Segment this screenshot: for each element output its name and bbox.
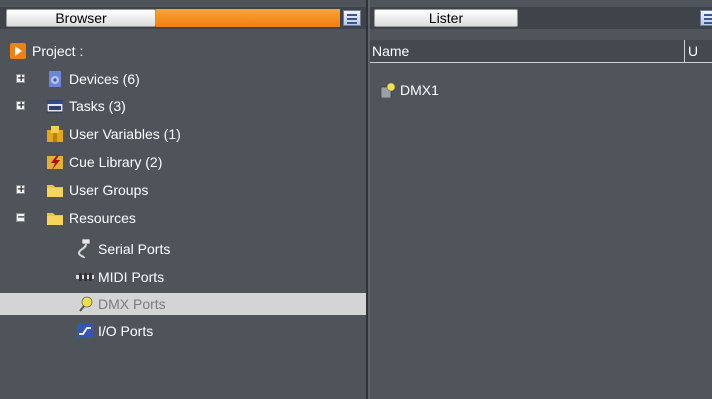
column-divider[interactable] bbox=[684, 40, 685, 62]
tasks-window-icon bbox=[47, 100, 63, 113]
tree-item-label: I/O Ports bbox=[98, 323, 154, 339]
lister-tab[interactable]: Lister bbox=[374, 9, 518, 27]
collapse-icon[interactable]: − bbox=[16, 213, 25, 223]
browser-panel: Browser Project : + Devices (6) + Tasks … bbox=[0, 0, 368, 399]
expand-icon[interactable]: + bbox=[16, 185, 25, 195]
dmx-port-icon bbox=[79, 296, 93, 312]
list-item-name: DMX1 bbox=[400, 82, 439, 98]
lister-header: Lister bbox=[370, 7, 712, 29]
folder-icon bbox=[47, 213, 63, 225]
lister-list-menu-icon[interactable] bbox=[700, 10, 712, 26]
tree-item-label: Cue Library (2) bbox=[69, 154, 163, 170]
midi-port-icon bbox=[76, 273, 94, 281]
folder-icon bbox=[47, 185, 63, 197]
expand-icon[interactable]: + bbox=[16, 101, 25, 111]
column-header-u[interactable]: U bbox=[688, 43, 698, 59]
tree-item-label: MIDI Ports bbox=[98, 269, 165, 285]
serial-port-icon bbox=[77, 239, 91, 259]
cue-library-icon bbox=[47, 155, 63, 170]
tree-item-label: Resources bbox=[69, 210, 136, 226]
dmx-device-icon bbox=[380, 82, 396, 98]
browser-list-menu-icon[interactable] bbox=[343, 10, 361, 26]
user-variables-icon bbox=[47, 126, 63, 142]
tree-item-dmx-ports[interactable]: DMX Ports bbox=[0, 293, 366, 315]
tree-item-label: Project : bbox=[32, 43, 84, 59]
project-arrow-icon bbox=[10, 43, 26, 59]
lister-panel: Lister Name U DMX1 bbox=[370, 0, 712, 399]
tree-item-label: Devices (6) bbox=[69, 71, 140, 87]
browser-header-accent bbox=[156, 9, 340, 27]
tree-item-label: Serial Ports bbox=[98, 241, 171, 257]
browser-header: Browser bbox=[0, 7, 366, 29]
io-port-icon bbox=[77, 324, 93, 338]
tree-item-label: Tasks (3) bbox=[69, 98, 126, 114]
lister-column-header: Name U bbox=[370, 40, 712, 63]
browser-tab[interactable]: Browser bbox=[6, 9, 156, 27]
devices-gear-icon bbox=[49, 71, 61, 87]
column-header-name[interactable]: Name bbox=[372, 43, 409, 59]
expand-icon[interactable]: + bbox=[16, 74, 25, 84]
tree-item-label: User Variables (1) bbox=[69, 126, 181, 142]
tree-item-label: DMX Ports bbox=[98, 296, 166, 312]
tree-item-label: User Groups bbox=[69, 182, 149, 198]
